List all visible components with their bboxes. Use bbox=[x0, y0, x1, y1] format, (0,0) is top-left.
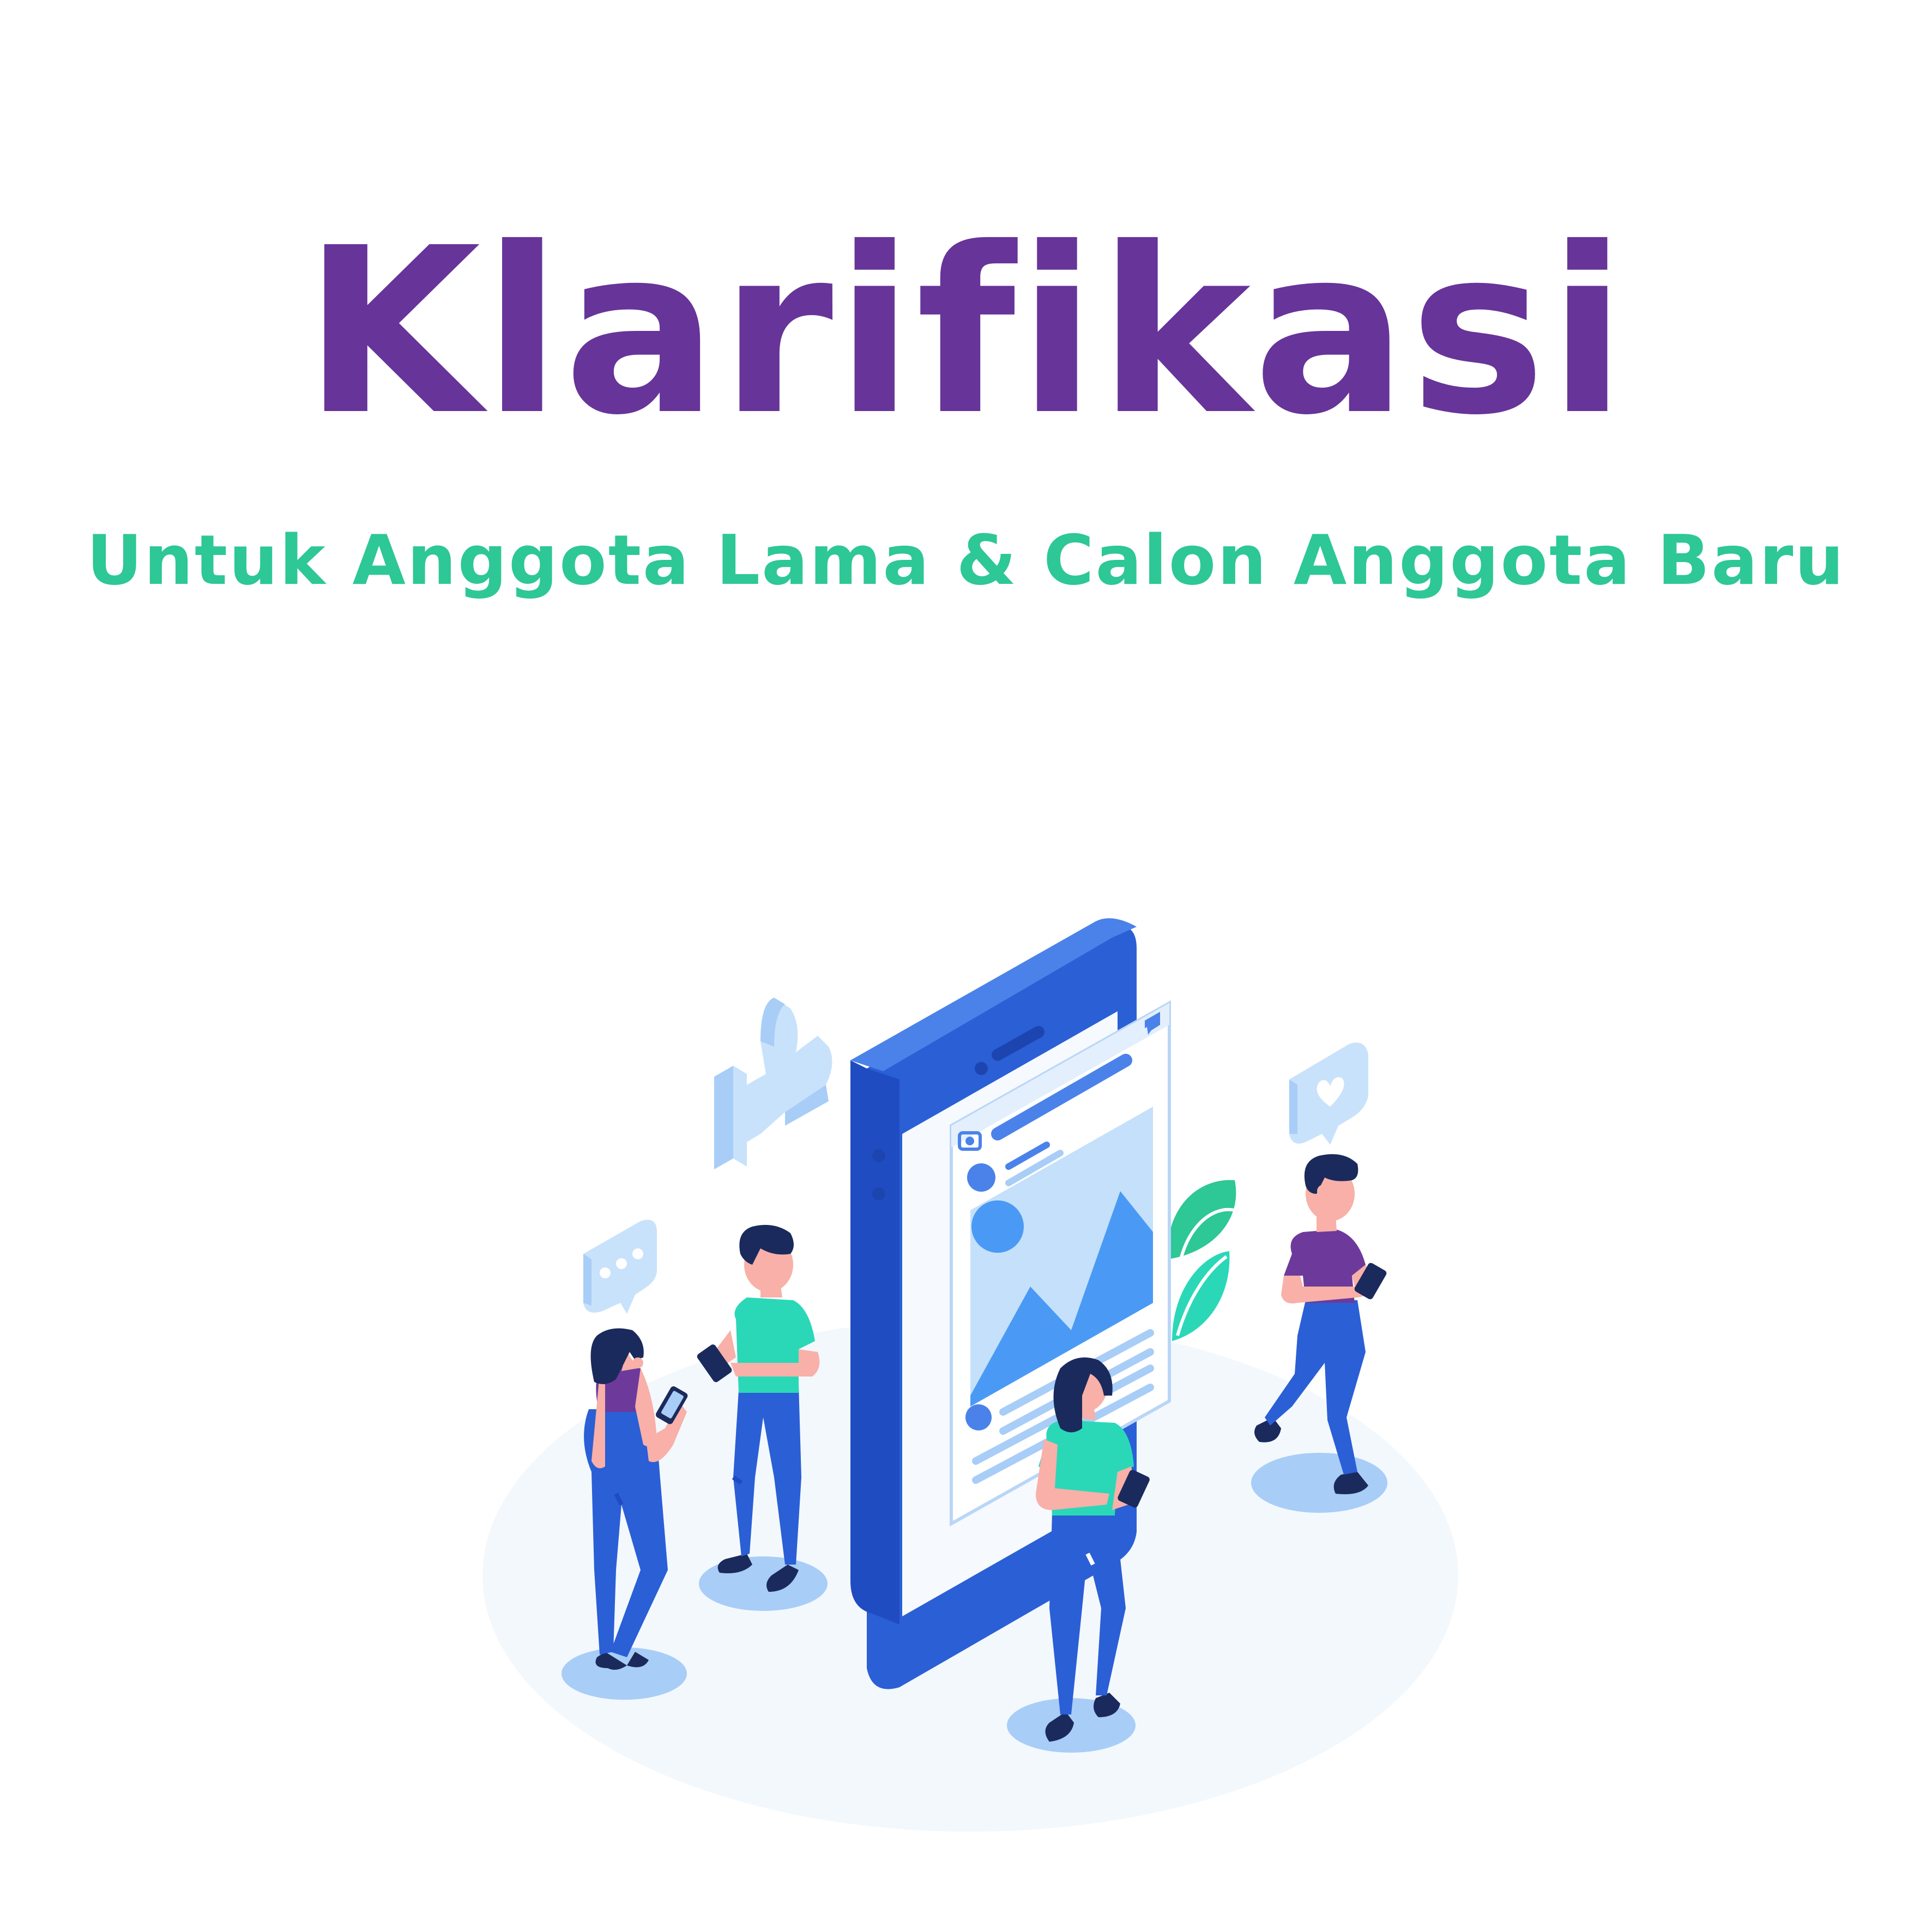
heart-chat-icon bbox=[1289, 1042, 1368, 1145]
social-media-illustration bbox=[482, 918, 1458, 1832]
dots-chat-icon bbox=[583, 1219, 657, 1314]
floor-spot bbox=[699, 1556, 828, 1611]
thumbs-up-icon bbox=[714, 998, 832, 1169]
plant-leaves bbox=[1167, 1180, 1236, 1341]
floor-spot bbox=[1251, 1453, 1387, 1513]
